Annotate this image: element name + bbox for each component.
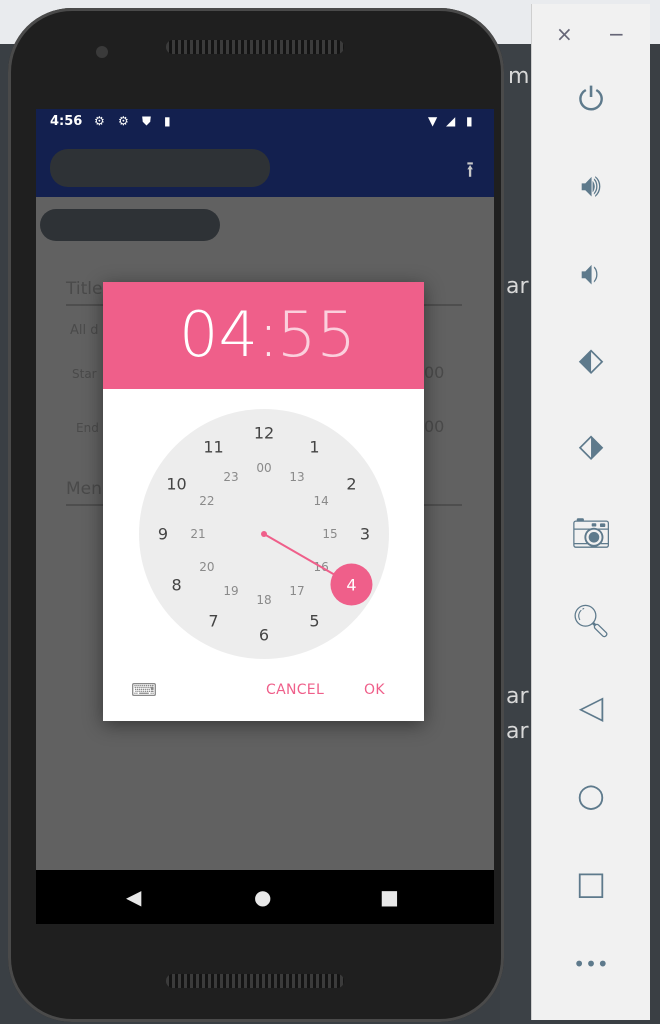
gear-icon: ⚙	[94, 114, 105, 128]
wifi-icon: ▼	[428, 114, 438, 128]
minimize-button[interactable]: −	[608, 22, 625, 46]
sd-card-icon: ▮	[164, 114, 171, 128]
app-bar: ⭱	[36, 135, 494, 197]
close-button[interactable]: ×	[556, 22, 573, 46]
cancel-button[interactable]: CANCEL	[266, 682, 324, 698]
power-icon[interactable]: ⏻	[532, 80, 650, 119]
zoom-icon[interactable]: 🔍︎	[532, 602, 650, 640]
volume-down-icon[interactable]: 🔉︎	[532, 254, 650, 293]
clock-center-dot	[261, 531, 267, 537]
memo-field-label[interactable]: Men	[66, 479, 102, 499]
signal-icon: ◢	[446, 114, 456, 128]
rotate-right-icon[interactable]: ⬗	[532, 426, 650, 464]
back-icon[interactable]: ◁	[532, 688, 650, 726]
host-text: ar	[506, 719, 529, 744]
gear-icon: ⚙	[118, 114, 129, 128]
keyboard-icon[interactable]: ⌨	[131, 680, 157, 701]
redacted-subtitle	[40, 209, 220, 241]
recents-square-icon[interactable]: ■	[380, 885, 399, 909]
redacted-title	[50, 149, 270, 187]
phone-screen: 4:56 ⚙ ⚙ ⛊ ▮ ▼ ◢ ▮ ⭱ Title All d Star 00…	[36, 109, 494, 924]
upload-icon[interactable]: ⭱	[466, 153, 474, 191]
host-text: ar	[506, 274, 529, 299]
hour-display[interactable]: 04	[179, 304, 258, 366]
shield-icon: ⛊	[142, 114, 152, 128]
ok-button[interactable]: OK	[364, 682, 385, 698]
rotate-left-icon[interactable]: ⬖	[532, 340, 650, 378]
clock-hand	[261, 531, 373, 606]
camera-icon[interactable]: 📷︎	[532, 514, 650, 552]
minute-display[interactable]: 55	[277, 304, 356, 366]
volume-up-icon[interactable]: 🔊︎	[532, 166, 650, 205]
status-time: 4:56	[50, 114, 83, 129]
more-icon[interactable]: •••	[532, 952, 650, 976]
navigation-bar: ◀ ● ■	[36, 870, 494, 924]
phone-frame: 4:56 ⚙ ⚙ ⛊ ▮ ▼ ◢ ▮ ⭱ Title All d Star 00…	[8, 8, 504, 1022]
host-text: m	[508, 64, 530, 89]
all-day-label: All d	[70, 323, 99, 338]
front-camera	[96, 46, 108, 58]
time-separator: :	[258, 298, 279, 371]
hour-outer-4[interactable]: 4	[346, 575, 356, 594]
battery-icon: ▮	[466, 114, 473, 128]
back-triangle-icon[interactable]: ◀	[126, 885, 141, 909]
home-circle-icon[interactable]: ●	[254, 885, 271, 909]
top-speaker	[166, 40, 344, 54]
overview-icon[interactable]: □	[532, 864, 650, 902]
status-bar: 4:56 ⚙ ⚙ ⛊ ▮ ▼ ◢ ▮	[36, 109, 494, 135]
title-field-label[interactable]: Title	[66, 279, 102, 299]
clock-face[interactable]: 121234567891011001314151617181920212223	[139, 409, 389, 659]
time-picker-header: 04 : 55	[103, 282, 424, 389]
end-label: End	[76, 421, 99, 435]
start-label: Star	[72, 367, 97, 381]
end-value[interactable]: 00	[424, 417, 444, 436]
bottom-speaker	[166, 974, 344, 988]
host-text: ar	[506, 684, 529, 709]
start-value[interactable]: 00	[424, 363, 444, 382]
emulator-panel: × − ⏻ 🔊︎ 🔉︎ ⬖ ⬗ 📷︎ 🔍︎ ◁ ○ □ •••	[531, 4, 650, 1020]
home-icon[interactable]: ○	[532, 776, 650, 814]
time-picker-dialog: 04 : 55 12123456789101100131415161718192…	[103, 282, 424, 721]
